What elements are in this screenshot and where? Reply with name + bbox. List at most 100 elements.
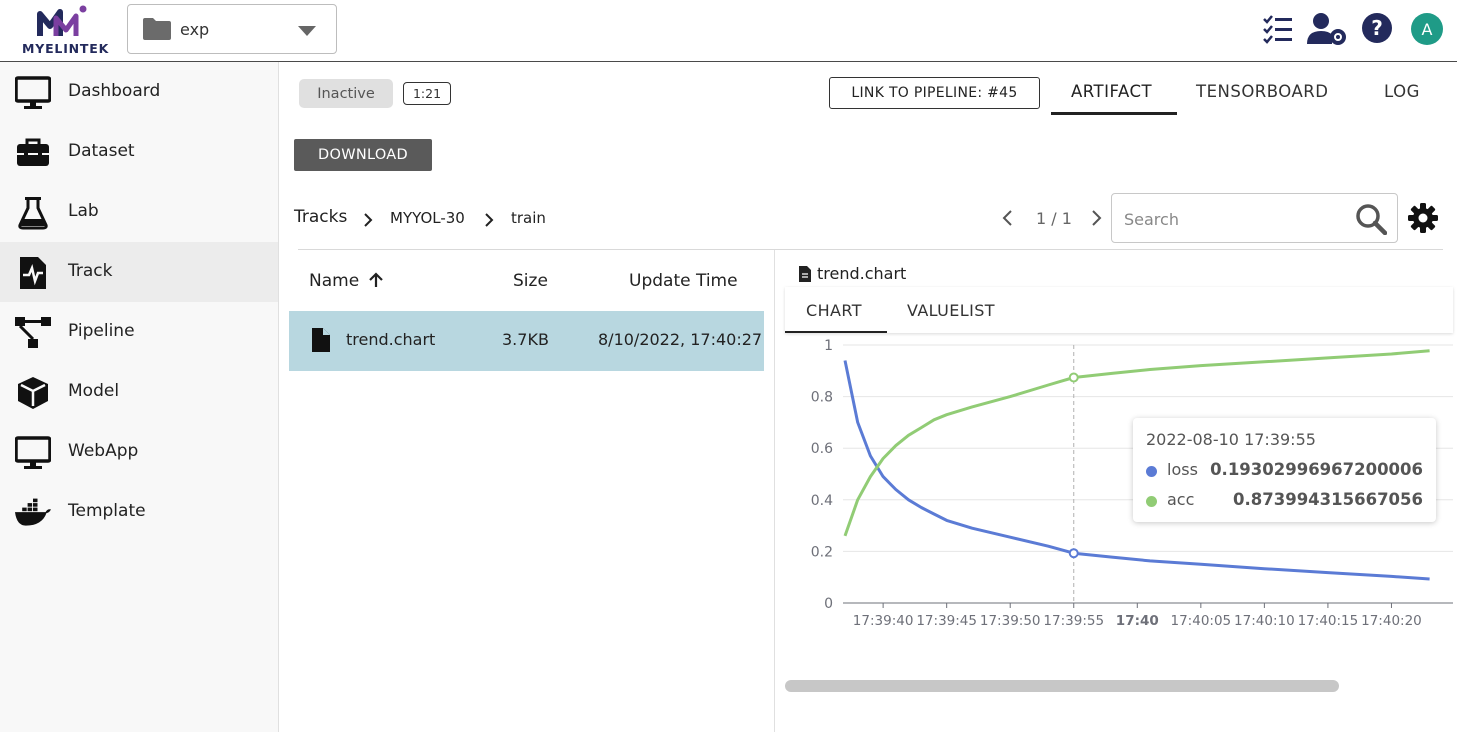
sidebar-item-label: WebApp <box>68 441 139 461</box>
file-update-time: 8/10/2022, 17:40:27 <box>598 330 763 349</box>
tooltip-series-name: loss <box>1167 460 1198 479</box>
panel-title: trend.chart <box>817 264 907 283</box>
sidebar-item-webapp[interactable]: WebApp <box>0 422 278 482</box>
sidebar-item-track[interactable]: Track <box>0 242 278 302</box>
chevron-down-icon <box>298 26 316 36</box>
file-text-icon <box>799 266 811 282</box>
tab-valuelist[interactable]: VALUELIST <box>907 301 995 320</box>
y-tick-label: 0 <box>824 596 833 612</box>
tooltip-title: 2022-08-10 17:39:55 <box>1146 430 1316 449</box>
sidebar-item-label: Track <box>68 261 113 281</box>
sidebar-item-label: Model <box>68 381 120 401</box>
column-header-update-time[interactable]: Update Time <box>629 271 738 291</box>
pipeline-icon <box>15 317 51 348</box>
tooltip-series-name: acc <box>1167 490 1195 509</box>
sidebar-item-dashboard[interactable]: Dashboard <box>0 62 278 122</box>
download-button[interactable]: DOWNLOAD <box>294 139 432 171</box>
user-settings-icon[interactable] <box>1307 12 1347 46</box>
toolbox-icon <box>17 138 49 166</box>
task-list-icon[interactable] <box>1261 12 1295 46</box>
chevron-right-icon <box>364 213 373 227</box>
file-icon <box>312 328 330 352</box>
search-icon[interactable] <box>1355 203 1387 235</box>
avatar[interactable]: A <box>1411 13 1443 45</box>
tab-log[interactable]: LOG <box>1384 82 1420 101</box>
tooltip-row-acc: acc 0.873994315667056 <box>1146 490 1423 512</box>
sidebar-item-dataset[interactable]: Dataset <box>0 122 278 182</box>
panel-divider <box>774 250 775 732</box>
hover-point-acc <box>1068 372 1079 383</box>
chart-tabs: CHART VALUELIST <box>785 287 1453 333</box>
tooltip-series-value: 0.873994315667056 <box>1233 490 1423 509</box>
file-size: 3.7KB <box>502 330 549 349</box>
top-bar: MYELINTEK exp ? A <box>0 0 1457 62</box>
y-tick-label: 0.2 <box>811 544 833 560</box>
monitor-icon <box>15 436 51 469</box>
sidebar-item-label: Template <box>68 501 146 521</box>
y-tick-label: 0.4 <box>811 493 833 509</box>
chevron-right-icon <box>485 213 494 227</box>
logo-mark-icon <box>37 5 87 36</box>
duration-badge: 1:21 <box>403 82 451 105</box>
page-indicator: 1 / 1 <box>1036 209 1072 228</box>
y-tick-label: 0.6 <box>811 441 833 457</box>
tab-chart[interactable]: CHART <box>806 301 862 320</box>
main-content: Inactive 1:21 LINK TO PIPELINE: #45 ARTI… <box>280 62 1457 732</box>
tab-artifact[interactable]: ARTIFACT <box>1071 82 1152 101</box>
x-tick-label: 17:39:55 <box>1043 613 1104 629</box>
tab-artifact-underline <box>1051 112 1177 115</box>
y-tick-label: 0.8 <box>811 390 833 406</box>
sidebar-item-label: Pipeline <box>68 321 135 341</box>
monitor-icon <box>15 76 51 109</box>
svg-text:?: ? <box>1371 16 1383 40</box>
chart-tooltip: 2022-08-10 17:39:55 loss 0.1930299696720… <box>1133 418 1436 522</box>
track-icon <box>20 257 46 289</box>
x-tick-label: 17:40:20 <box>1361 613 1422 629</box>
legend-dot-loss <box>1146 466 1157 477</box>
sidebar-item-label: Dataset <box>68 141 135 161</box>
sidebar-item-lab[interactable]: Lab <box>0 182 278 242</box>
logo-text: MYELINTEK <box>22 41 110 56</box>
tooltip-row-loss: loss 0.19302996967200006 <box>1146 460 1423 482</box>
x-tick-label: 17:40 <box>1116 613 1159 629</box>
prev-page-icon[interactable] <box>1001 209 1015 227</box>
column-header-name[interactable]: Name <box>309 271 384 291</box>
x-tick-label: 17:40:05 <box>1171 613 1232 629</box>
table-row[interactable]: trend.chart 3.7KB 8/10/2022, 17:40:27 <box>289 311 764 371</box>
breadcrumb-item: train <box>511 209 546 227</box>
next-page-icon[interactable] <box>1089 209 1103 227</box>
gear-icon[interactable] <box>1408 203 1438 233</box>
hover-point-loss <box>1068 548 1079 559</box>
folder-icon <box>143 18 171 40</box>
help-icon[interactable]: ? <box>1361 12 1393 44</box>
breadcrumb-item[interactable]: MYYOL-30 <box>390 209 465 227</box>
file-name: trend.chart <box>346 330 436 349</box>
x-tick-label: 17:39:50 <box>980 613 1041 629</box>
column-header-size[interactable]: Size <box>513 271 548 291</box>
project-name: exp <box>180 19 210 39</box>
breadcrumb-root[interactable]: Tracks <box>294 207 347 227</box>
x-tick-label: 17:39:45 <box>916 613 977 629</box>
status-badge: Inactive <box>299 79 393 108</box>
legend-dot-acc <box>1146 496 1157 507</box>
search-box <box>1111 193 1398 243</box>
x-tick-label: 17:40:15 <box>1298 613 1359 629</box>
sidebar-item-template[interactable]: Template <box>0 482 278 542</box>
flask-icon <box>18 197 48 230</box>
project-select[interactable]: exp <box>127 4 337 54</box>
tab-tensorboard[interactable]: TENSORBOARD <box>1196 82 1328 101</box>
sidebar-item-label: Lab <box>68 201 99 221</box>
content-divider <box>298 249 1443 250</box>
chart-scrollbar[interactable] <box>785 680 1339 692</box>
sidebar-item-pipeline[interactable]: Pipeline <box>0 302 278 362</box>
tab-chart-underline <box>785 331 887 333</box>
docker-icon <box>15 498 51 526</box>
link-to-pipeline-button[interactable]: LINK TO PIPELINE: #45 <box>829 77 1040 109</box>
sidebar-item-model[interactable]: Model <box>0 362 278 422</box>
cube-icon <box>18 377 48 409</box>
x-tick-label: 17:40:10 <box>1234 613 1295 629</box>
logo: MYELINTEK <box>10 2 110 60</box>
y-tick-label: 1 <box>824 338 833 354</box>
sidebar: Dashboard Dataset Lab Track Pipeline Mod… <box>0 62 279 732</box>
search-input[interactable] <box>1124 206 1344 232</box>
